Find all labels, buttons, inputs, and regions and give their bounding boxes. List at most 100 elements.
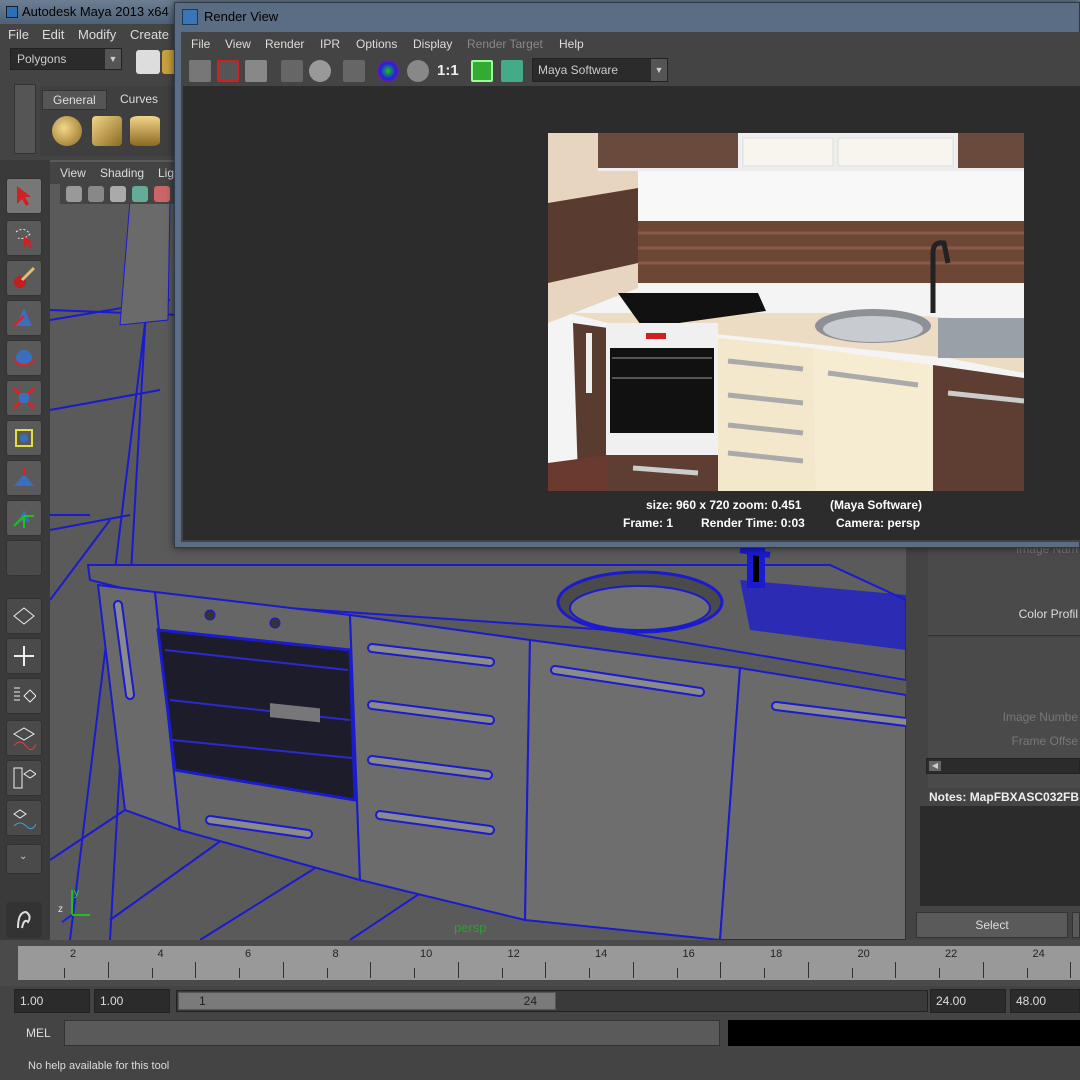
- animation-start-field[interactable]: 1.00: [14, 989, 90, 1013]
- four-view-icon: [14, 646, 34, 666]
- new-scene-icon[interactable]: [136, 50, 160, 74]
- image-number-label: Image Numbe: [1002, 710, 1078, 724]
- show-manipulator-tool[interactable]: [6, 500, 42, 536]
- time-slider[interactable]: [18, 946, 1080, 980]
- rv-menu-ipr[interactable]: IPR: [320, 37, 340, 51]
- timeline-tick: [720, 962, 722, 978]
- last-tool-slot[interactable]: [6, 540, 42, 576]
- universal-manipulator-tool[interactable]: [6, 420, 42, 456]
- menu-file[interactable]: File: [8, 27, 29, 42]
- rotate-tool[interactable]: [6, 340, 42, 376]
- brush-icon: [14, 266, 36, 288]
- keep-image-icon[interactable]: [471, 60, 493, 82]
- timeline-tick-label: 6: [245, 948, 252, 960]
- timeline-tick-label: 12: [507, 948, 520, 960]
- bookmarks-icon[interactable]: [110, 186, 126, 202]
- paint-select-tool[interactable]: [6, 260, 42, 296]
- timeline-tick: [64, 968, 65, 978]
- rv-menu-help[interactable]: Help: [559, 37, 584, 51]
- attribute-scrollbar[interactable]: ◀: [926, 758, 1080, 774]
- universal-manip-icon: [15, 429, 33, 447]
- timeline-tick-label: 22: [945, 948, 958, 960]
- four-pane-layout[interactable]: [6, 638, 42, 674]
- hypershade-layout[interactable]: [6, 760, 42, 796]
- lasso-tool[interactable]: [6, 220, 42, 256]
- graph-persp-layout[interactable]: [6, 800, 42, 836]
- mel-language-toggle[interactable]: MEL: [26, 1026, 51, 1040]
- range-end-label: 24: [523, 994, 537, 1008]
- lasso-icon: [15, 228, 33, 248]
- renderer-select[interactable]: Maya Software ▼: [532, 58, 668, 82]
- select-button[interactable]: Select: [916, 912, 1068, 938]
- notes-label: Notes:: [929, 790, 967, 804]
- redo-render-icon[interactable]: [189, 60, 211, 82]
- graph-editor-layout[interactable]: [6, 720, 42, 756]
- move-icon: [13, 308, 32, 327]
- menu-create[interactable]: Create: [130, 27, 169, 42]
- rv-menu-view[interactable]: View: [225, 37, 251, 51]
- layout-options[interactable]: ⌄: [6, 844, 42, 874]
- rv-menu-file[interactable]: File: [191, 37, 210, 51]
- real-size-button[interactable]: 1:1: [437, 62, 459, 79]
- animation-end-field[interactable]: 48.00: [1010, 989, 1080, 1013]
- timeline-tick: [982, 962, 984, 978]
- color-profile-label: Color Profil: [1018, 607, 1078, 621]
- viewport-menu-view[interactable]: View: [60, 166, 86, 180]
- notes-field[interactable]: [920, 806, 1080, 906]
- camera-attrs-icon[interactable]: [88, 186, 104, 202]
- rv-menu-render[interactable]: Render: [265, 37, 304, 51]
- viewport-menu-lighting[interactable]: Lig: [158, 166, 174, 180]
- poly-sphere-icon[interactable]: [52, 116, 82, 146]
- remove-image-icon[interactable]: [501, 60, 523, 82]
- rv-menu-display[interactable]: Display: [413, 37, 452, 51]
- shelf-collapse-handle[interactable]: [14, 84, 36, 154]
- select-tool[interactable]: [6, 178, 42, 214]
- timeline-tick: [1026, 968, 1028, 978]
- timeline-tick: [107, 962, 109, 978]
- notes-value: MapFBXASC032FB: [969, 790, 1080, 804]
- outliner-persp-layout[interactable]: [6, 678, 42, 714]
- show-manip-icon: [13, 510, 34, 528]
- two-d-pan-zoom-icon[interactable]: [154, 186, 170, 202]
- range-start-label: 1: [199, 994, 206, 1008]
- ipr-render-icon[interactable]: [281, 60, 303, 82]
- alpha-channel-icon[interactable]: [407, 60, 429, 82]
- command-result-field: [728, 1020, 1080, 1046]
- rv-menu-options[interactable]: Options: [356, 37, 397, 51]
- viewport-menu-shading[interactable]: Shading: [100, 166, 144, 180]
- shelf-tab-curves[interactable]: Curves: [110, 90, 168, 110]
- timeline-tick: [939, 968, 940, 978]
- image-plane-icon[interactable]: [132, 186, 148, 202]
- mode-select[interactable]: Polygons ▼: [10, 48, 122, 70]
- range-slider-thumb[interactable]: 1 24: [178, 992, 556, 1010]
- chevron-down-icon: ▼: [105, 49, 121, 69]
- camera-select-icon[interactable]: [66, 186, 82, 202]
- render-region-icon[interactable]: [217, 60, 239, 82]
- menu-modify[interactable]: Modify: [78, 27, 116, 42]
- refresh-ipr-icon[interactable]: [309, 60, 331, 82]
- playback-end-field[interactable]: 24.00: [930, 989, 1006, 1013]
- timeline-tick: [764, 968, 765, 978]
- playback-start-field[interactable]: 1.00: [94, 989, 170, 1013]
- timeline-tick: [501, 968, 503, 978]
- rgb-channels-icon[interactable]: [377, 60, 399, 82]
- timeline-tick-label: 20: [857, 948, 870, 960]
- menu-edit[interactable]: Edit: [42, 27, 64, 42]
- single-pane-layout[interactable]: [6, 598, 42, 634]
- render-settings-icon[interactable]: [343, 60, 365, 82]
- move-tool[interactable]: [6, 300, 42, 336]
- command-input[interactable]: [64, 1020, 720, 1046]
- shelf-tab-general[interactable]: General: [42, 90, 107, 110]
- rotate-icon: [13, 350, 35, 366]
- app-title: Autodesk Maya 2013 x64: [22, 4, 169, 19]
- graph-view-icon: [13, 727, 36, 750]
- load-attributes-button[interactable]: [1072, 912, 1080, 938]
- maya-logo-button[interactable]: [6, 902, 42, 938]
- scale-tool[interactable]: [6, 380, 42, 416]
- svg-text:z: z: [58, 904, 63, 915]
- poly-cylinder-icon[interactable]: [130, 116, 160, 146]
- poly-cube-icon[interactable]: [92, 116, 122, 146]
- snapshot-icon[interactable]: [245, 60, 267, 82]
- frame-offset-label: Frame Offse: [1011, 734, 1078, 748]
- soft-modification-tool[interactable]: [6, 460, 42, 496]
